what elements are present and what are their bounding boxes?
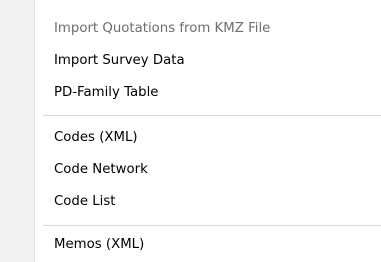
menu-gutter-divider [34, 0, 35, 262]
context-menu: Import Quotations from KMZ File Import S… [0, 0, 381, 262]
menu-item-memos-xml[interactable]: Memos (XML) [54, 234, 144, 256]
menu-item-pd-family-table[interactable]: PD-Family Table [54, 82, 158, 104]
menu-separator [43, 115, 381, 116]
menu-item-code-network[interactable]: Code Network [54, 159, 148, 181]
menu-item-codes-xml[interactable]: Codes (XML) [54, 127, 138, 149]
menu-item-import-survey-data[interactable]: Import Survey Data [54, 50, 185, 72]
menu-item-import-quotations-kmz: Import Quotations from KMZ File [54, 21, 271, 36]
menu-icon-gutter [0, 0, 34, 262]
menu-item-code-list[interactable]: Code List [54, 191, 116, 213]
menu-separator [43, 225, 381, 226]
